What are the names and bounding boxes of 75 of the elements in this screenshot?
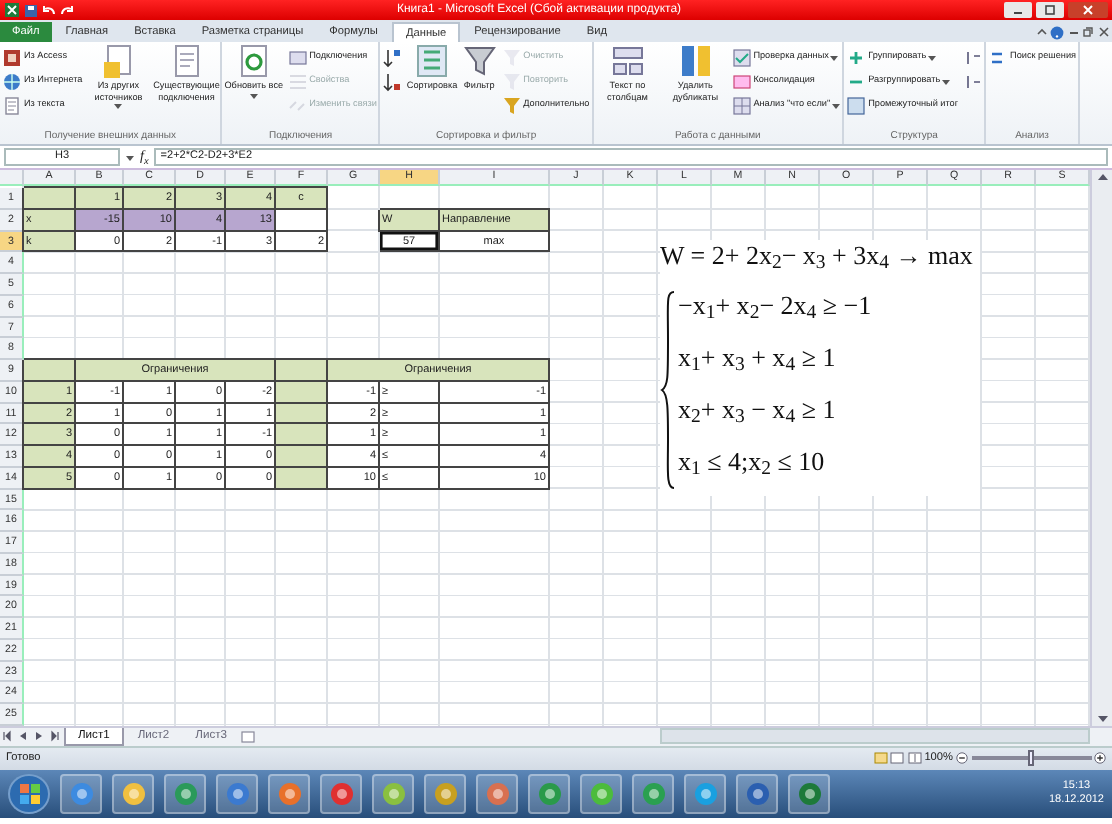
taskbar-button[interactable] [424, 773, 466, 814]
first-sheet-icon [0, 730, 14, 743]
app-icon [381, 781, 405, 806]
minimize-icon [1067, 26, 1079, 38]
app-icon [537, 781, 561, 806]
start-button[interactable] [8, 773, 50, 814]
list-icon [287, 71, 308, 91]
app-icon [485, 781, 509, 806]
caret-icon [249, 91, 258, 99]
windows-logo-icon [17, 781, 41, 806]
maximize-icon [1044, 4, 1056, 16]
sort-descending-icon [382, 71, 403, 91]
help-icon [1050, 25, 1064, 39]
caret-icon [126, 153, 134, 161]
zoom-in-icon [1094, 752, 1106, 765]
caret-icon [942, 77, 951, 85]
collapse-ribbon-icon [1035, 26, 1047, 38]
funnel-icon [501, 95, 522, 115]
table-cell[interactable] [276, 467, 328, 489]
table-cell[interactable] [276, 381, 328, 403]
equation-line: x$_{1}$ ≤ 4;x$_{2}$ ≤ 10 [678, 446, 825, 476]
refresh-icon [235, 44, 272, 80]
taskbar-button[interactable] [580, 773, 622, 814]
taskbar-button[interactable] [216, 773, 258, 814]
normal-view-icon [873, 752, 888, 765]
app-icon [329, 781, 353, 806]
taskbar-button[interactable] [632, 773, 674, 814]
taskbar-button[interactable] [320, 773, 362, 814]
collapse-icon [962, 71, 983, 91]
horizontal-scrollbar[interactable] [660, 728, 1090, 745]
caret-icon [928, 53, 937, 61]
expand-icon [962, 47, 983, 67]
taskbar-button[interactable] [60, 773, 102, 814]
taskbar-button[interactable] [736, 773, 778, 814]
table-cell[interactable] [276, 209, 328, 231]
caret-icon [830, 53, 839, 61]
taskbar-button[interactable] [476, 773, 518, 814]
page-break-icon [907, 752, 922, 765]
undo-icon [42, 3, 56, 17]
taskbar-button[interactable] [372, 773, 414, 814]
app-icon [693, 781, 717, 806]
restore-icon [1082, 26, 1094, 38]
ribbon-button[interactable] [382, 46, 403, 68]
equation-line: W = 2+ 2x$_{2}$− x$_{3}$ + 3x$_{4}$ → max [660, 240, 973, 270]
equation-line: −x$_{1}$+ x$_{2}$− 2x$_{4}$ ≥ −1 [678, 290, 872, 320]
taskbar-button[interactable] [268, 773, 310, 814]
columns-icon [609, 44, 646, 80]
sort-ascending-icon [382, 47, 403, 67]
redo-icon [60, 3, 74, 17]
caret-icon [832, 101, 841, 109]
close-icon [1082, 4, 1094, 16]
caret-icon [114, 102, 123, 110]
taskbar-button[interactable] [788, 773, 830, 814]
equation-line: x$_{1}$+ x$_{3}$ + x$_{4}$ ≥ 1 [678, 342, 836, 372]
last-sheet-icon [48, 730, 62, 743]
close-icon [1097, 26, 1109, 38]
taskbar-button[interactable] [112, 773, 154, 814]
checklist-icon [731, 47, 752, 67]
zoom-out-icon [956, 752, 968, 765]
equation-line: x$_{2}$+ x$_{3}$ − x$_{4}$ ≥ 1 [678, 394, 836, 424]
ribbon-button[interactable] [382, 70, 403, 92]
minimize-button[interactable] [1004, 2, 1032, 18]
maximize-button[interactable] [1036, 2, 1064, 18]
close-button[interactable] [1068, 2, 1108, 18]
vertical-scrollbar[interactable] [1090, 170, 1112, 726]
taskbar-button[interactable] [684, 773, 726, 814]
zoom-slider[interactable] [1028, 750, 1034, 767]
taskbar-button[interactable] [164, 773, 206, 814]
plus-icon [846, 47, 867, 67]
taskbar-button[interactable] [528, 773, 570, 814]
app-icon [433, 781, 457, 806]
save-icon [24, 3, 38, 17]
sort-icon [414, 44, 451, 80]
page-layout-icon [890, 752, 905, 765]
insert-sheet-icon [240, 729, 257, 744]
